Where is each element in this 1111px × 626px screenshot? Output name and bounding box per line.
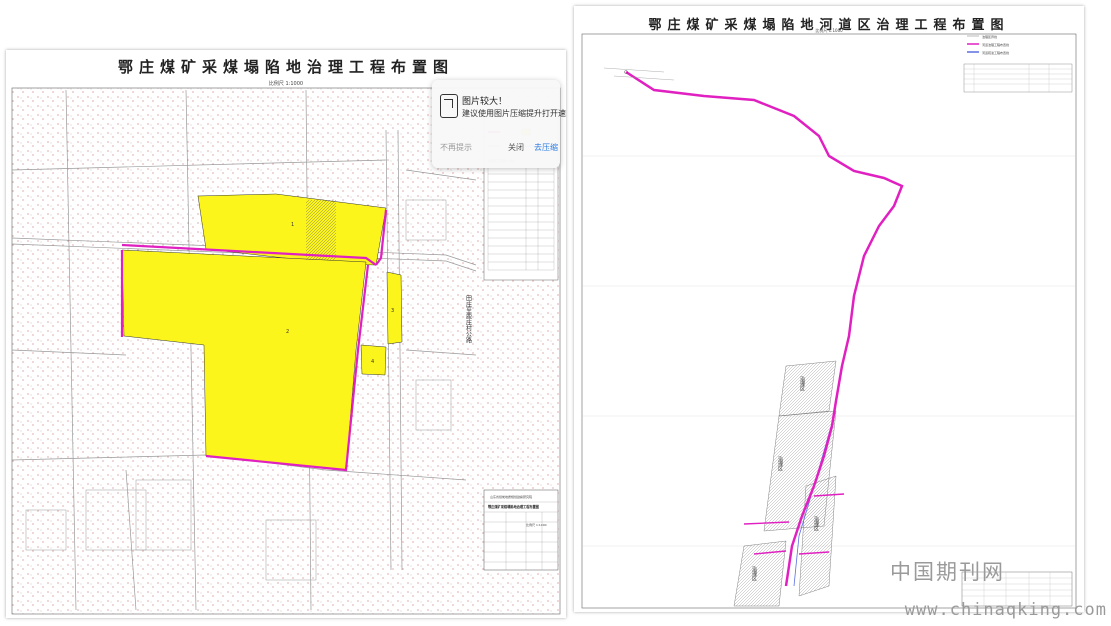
compress-button[interactable]: 去压缩 xyxy=(534,142,558,153)
parcel-label-3: 3 xyxy=(391,308,394,314)
parcel-label-2: 2 xyxy=(286,329,289,335)
parcel-label-4: 4 xyxy=(371,359,374,365)
watermark-site-name: 中国期刊网 xyxy=(890,560,1005,584)
close-button[interactable]: 关闭 xyxy=(508,142,524,153)
hatched-area xyxy=(306,200,336,260)
right-map-drawing: 治理区 治理区 治理区 治理区 治理区界线 河道治理工程布置线 河道疏浚工程布置… xyxy=(581,33,1077,609)
watermark-url: www.chinaqking.com xyxy=(904,600,1107,620)
quantity-table xyxy=(963,63,1073,93)
legend-item-2: 河道治理工程布置线 xyxy=(982,42,1009,47)
zone-label-2: 治理区 xyxy=(777,455,783,471)
zone-label-1: 治理区 xyxy=(799,375,805,391)
popup-title: 图片较大！ xyxy=(462,97,508,107)
never-show-button[interactable]: 不再提示 xyxy=(440,142,472,153)
title-block-org: 山东省煤炭地质规划勘察研究院 xyxy=(490,494,532,499)
zone-label-3: 治理区 xyxy=(813,515,819,531)
right-map-scale: 比例尺 1:1000 xyxy=(815,28,843,33)
parcel-label-1: 1 xyxy=(291,222,294,228)
left-map-title: 鄂庄煤矿采煤塌陷地治理工程布置图 xyxy=(117,58,454,76)
picture-icon xyxy=(440,94,458,118)
image-compress-popup: 图片较大！ 建议使用图片压缩提升打开速度。 不再提示 关闭 去压缩 xyxy=(432,80,566,168)
zone-label-4: 治理区 xyxy=(751,565,757,581)
title-block-scale: 比例尺 1:1000 xyxy=(526,522,547,527)
right-map-sheet: 治理区 治理区 治理区 治理区 治理区界线 河道治理工程布置线 河道疏浚工程布置… xyxy=(574,6,1084,612)
legend-item-3: 河道疏浚工程布置线 xyxy=(982,50,1009,55)
road-label: 田庄至鹿庄村公路 xyxy=(465,295,472,344)
left-title-block: 山东省煤炭地质规划勘察研究院 鄂庄煤矿采煤塌陷地治理工程布置图 比例尺 1:10… xyxy=(483,489,559,571)
legend-item-1: 治理区界线 xyxy=(982,34,997,39)
treatment-area-3 xyxy=(386,271,403,345)
popup-message: 建议使用图片压缩提升打开速度。 xyxy=(462,109,566,118)
title-block-drawing: 鄂庄煤矿采煤塌陷地治理工程布置图 xyxy=(488,504,539,509)
left-map-sheet: 1 2 3 4 田庄至鹿庄村公路 治理区工程量一览表 xyxy=(6,50,566,618)
